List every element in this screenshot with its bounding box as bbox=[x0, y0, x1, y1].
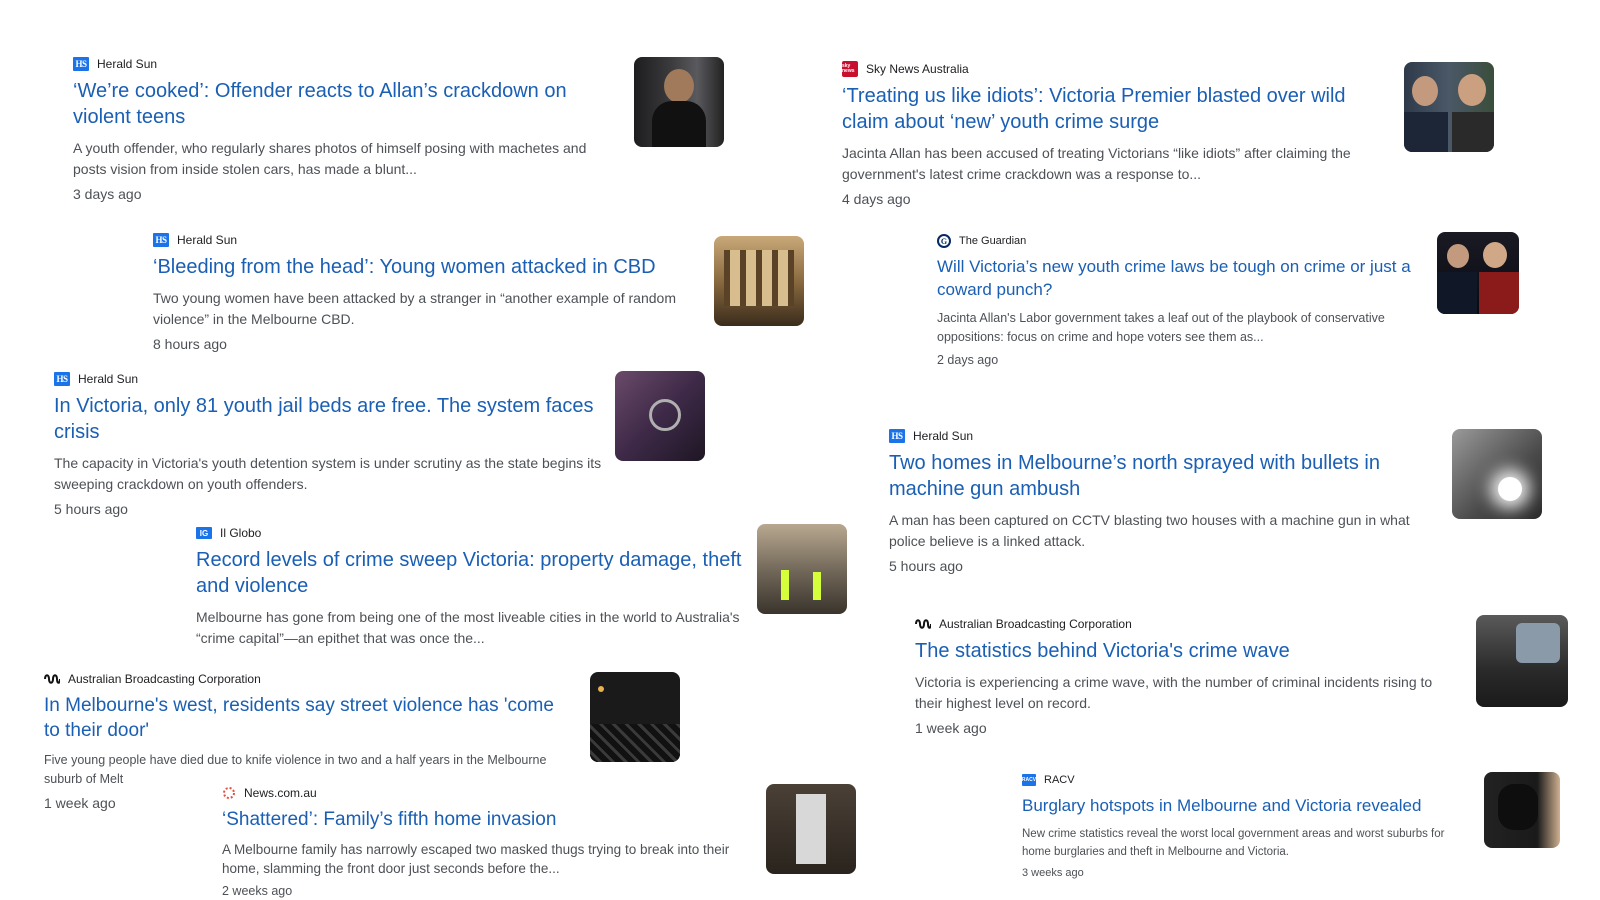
svg-text:G: G bbox=[941, 237, 947, 246]
article-time: 5 hours ago bbox=[54, 501, 128, 517]
article-title-link[interactable]: Burglary hotspots in Melbourne and Victo… bbox=[1022, 794, 1462, 817]
news-source: HS Herald Sun bbox=[153, 232, 693, 248]
article-snippet: Two young women have been attacked by a … bbox=[153, 290, 676, 327]
news-card[interactable]: sky news Sky News Australia ‘Treating us… bbox=[842, 61, 1372, 207]
article-thumbnail[interactable] bbox=[714, 236, 804, 326]
article-time: 8 hours ago bbox=[153, 336, 227, 352]
article-time: 2 days ago bbox=[937, 353, 999, 367]
article-snippet: New crime statistics reveal the worst lo… bbox=[1022, 828, 1445, 858]
news-source: RACV RACV bbox=[1022, 772, 1462, 788]
article-time: 2 weeks ago bbox=[222, 884, 293, 898]
news-source: IG Il Globo bbox=[196, 525, 746, 541]
news-card[interactable]: G The Guardian Will Victoria’s new youth… bbox=[937, 233, 1417, 367]
article-thumbnail[interactable] bbox=[757, 524, 847, 614]
article-title-link[interactable]: In Melbourne's west, residents say stree… bbox=[44, 693, 574, 743]
article-title-link[interactable]: ‘Shattered’: Family’s fifth home invasio… bbox=[222, 807, 742, 832]
il-globo-logo-icon: IG bbox=[196, 527, 212, 539]
article-title-link[interactable]: The statistics behind Victoria's crime w… bbox=[915, 638, 1445, 664]
source-name: Herald Sun bbox=[97, 57, 158, 71]
news-card[interactable]: HS Herald Sun ‘We’re cooked’: Offender r… bbox=[73, 56, 593, 202]
news-source: HS Herald Sun bbox=[73, 56, 593, 72]
guardian-logo-icon: G bbox=[937, 234, 951, 248]
source-name: Australian Broadcasting Corporation bbox=[68, 672, 261, 686]
news-source: News.com.au bbox=[222, 785, 742, 801]
abc-logo-icon bbox=[44, 673, 60, 685]
article-thumbnail[interactable] bbox=[615, 371, 705, 461]
news-source: G The Guardian bbox=[937, 233, 1417, 249]
news-card[interactable]: HS Herald Sun In Victoria, only 81 youth… bbox=[54, 371, 614, 517]
source-name: RACV bbox=[1044, 774, 1075, 786]
sky-news-logo-icon: sky news bbox=[842, 61, 858, 77]
source-name: Herald Sun bbox=[913, 429, 974, 443]
article-snippet: A Melbourne family has narrowly escaped … bbox=[222, 842, 730, 876]
herald-sun-logo-icon: HS bbox=[54, 372, 70, 386]
news-source: sky news Sky News Australia bbox=[842, 61, 1372, 77]
article-time: 4 days ago bbox=[842, 191, 911, 207]
article-snippet: Jacinta Allan's Labor government takes a… bbox=[937, 311, 1385, 344]
news-source: HS Herald Sun bbox=[54, 371, 614, 387]
source-name: Herald Sun bbox=[177, 233, 238, 247]
news-card[interactable]: IG Il Globo Record levels of crime sweep… bbox=[196, 525, 746, 649]
abc-logo-icon bbox=[915, 618, 931, 630]
article-thumbnail[interactable] bbox=[1404, 62, 1494, 152]
source-name: The Guardian bbox=[959, 235, 1027, 247]
article-thumbnail[interactable] bbox=[1437, 232, 1519, 314]
herald-sun-logo-icon: HS bbox=[73, 57, 89, 71]
article-thumbnail[interactable] bbox=[766, 784, 856, 874]
article-title-link[interactable]: ‘Bleeding from the head’: Young women at… bbox=[153, 254, 693, 280]
article-snippet: Five young people have died due to knife… bbox=[44, 753, 547, 786]
article-title-link[interactable]: In Victoria, only 81 youth jail beds are… bbox=[54, 393, 614, 445]
source-name: Herald Sun bbox=[78, 372, 139, 386]
racv-logo-icon: RACV bbox=[1022, 774, 1036, 786]
article-title-link[interactable]: Two homes in Melbourne’s north sprayed w… bbox=[889, 450, 1429, 502]
source-name: Il Globo bbox=[220, 526, 262, 540]
article-title-link[interactable]: Record levels of crime sweep Victoria: p… bbox=[196, 547, 746, 599]
article-thumbnail[interactable] bbox=[1452, 429, 1542, 519]
news-com-au-logo-icon bbox=[222, 786, 236, 800]
article-snippet: Victoria is experiencing a crime wave, w… bbox=[915, 674, 1433, 711]
source-name: News.com.au bbox=[244, 786, 317, 800]
news-card[interactable]: News.com.au ‘Shattered’: Family’s fifth … bbox=[222, 785, 742, 898]
article-snippet: Melbourne has gone from being one of the… bbox=[196, 609, 740, 646]
article-time: 3 weeks ago bbox=[1022, 867, 1084, 879]
news-card[interactable]: HS Herald Sun Two homes in Melbourne’s n… bbox=[889, 428, 1429, 574]
article-time: 3 days ago bbox=[73, 186, 142, 202]
article-snippet: A youth offender, who regularly shares p… bbox=[73, 140, 587, 177]
herald-sun-logo-icon: HS bbox=[153, 233, 169, 247]
news-source: Australian Broadcasting Corporation bbox=[915, 616, 1445, 632]
article-title-link[interactable]: ‘Treating us like idiots’: Victoria Prem… bbox=[842, 83, 1372, 135]
article-thumbnail[interactable] bbox=[1484, 772, 1560, 848]
news-card[interactable]: HS Herald Sun ‘Bleeding from the head’: … bbox=[153, 232, 693, 352]
article-time: 5 hours ago bbox=[889, 558, 963, 574]
article-title-link[interactable]: ‘We’re cooked’: Offender reacts to Allan… bbox=[73, 78, 593, 130]
news-source: Australian Broadcasting Corporation bbox=[44, 671, 574, 687]
article-snippet: The capacity in Victoria's youth detenti… bbox=[54, 455, 602, 492]
news-card[interactable]: RACV RACV Burglary hotspots in Melbourne… bbox=[1022, 772, 1462, 879]
article-thumbnail[interactable] bbox=[590, 672, 680, 762]
article-thumbnail[interactable] bbox=[1476, 615, 1568, 707]
article-snippet: Jacinta Allan has been accused of treati… bbox=[842, 145, 1351, 182]
source-name: Sky News Australia bbox=[866, 62, 969, 76]
article-time: 1 week ago bbox=[915, 720, 987, 736]
news-card[interactable]: Australian Broadcasting Corporation The … bbox=[915, 616, 1445, 736]
source-name: Australian Broadcasting Corporation bbox=[939, 617, 1132, 631]
herald-sun-logo-icon: HS bbox=[889, 429, 905, 443]
article-thumbnail[interactable] bbox=[634, 57, 724, 147]
news-source: HS Herald Sun bbox=[889, 428, 1429, 444]
article-title-link[interactable]: Will Victoria’s new youth crime laws be … bbox=[937, 255, 1417, 301]
article-snippet: A man has been captured on CCTV blasting… bbox=[889, 512, 1410, 549]
